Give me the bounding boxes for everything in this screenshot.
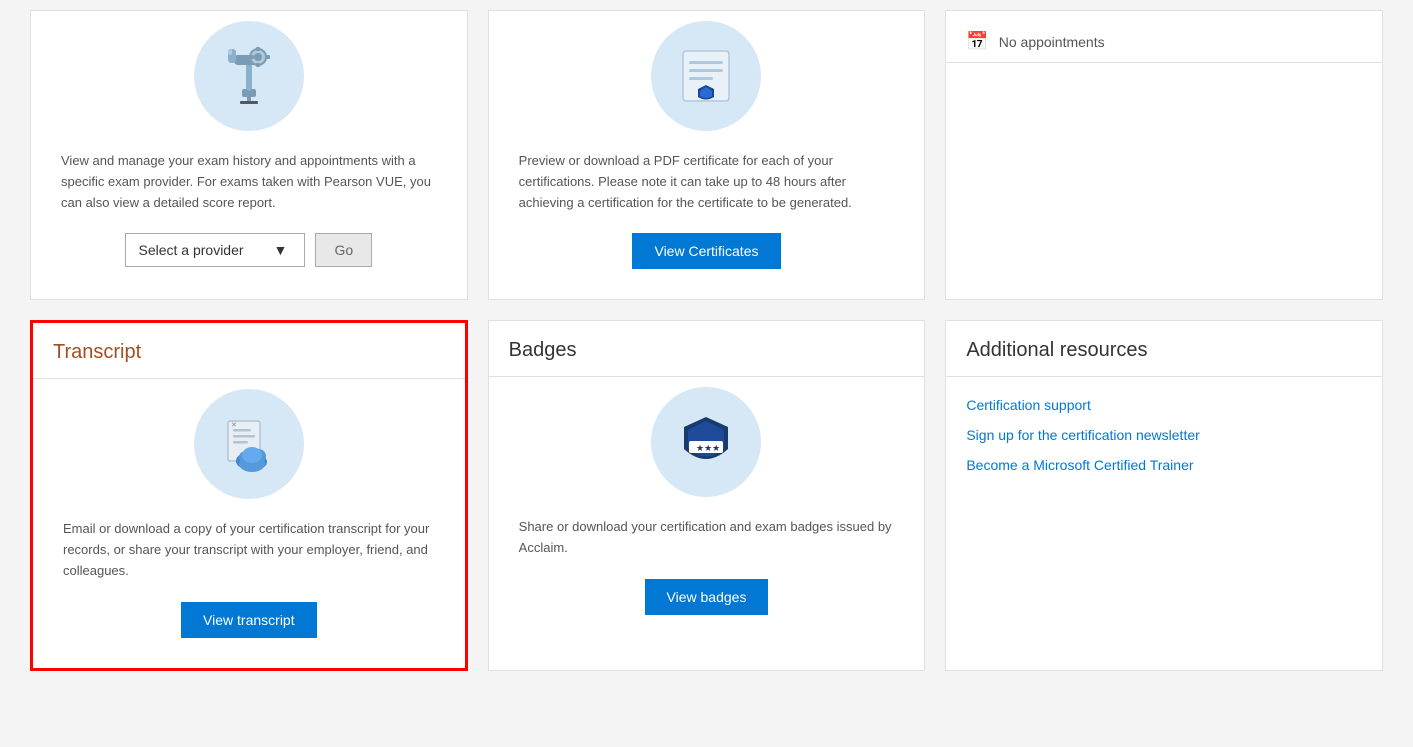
- go-button[interactable]: Go: [315, 233, 372, 267]
- badge-icon: ★★★: [671, 407, 741, 477]
- exam-history-body: View and manage your exam history and ap…: [31, 11, 467, 297]
- transcript-icon-circle: ✕: [194, 389, 304, 499]
- certificates-card: Preview or download a PDF certificate fo…: [488, 10, 926, 300]
- badges-body: ★★★ Share or download your certification…: [489, 377, 925, 645]
- transcript-description: Email or download a copy of your certifi…: [53, 519, 445, 581]
- provider-select[interactable]: Select a provider ▼: [125, 233, 305, 267]
- provider-selector-row: Select a provider ▼ Go: [115, 233, 382, 267]
- certified-trainer-link[interactable]: Become a Microsoft Certified Trainer: [966, 457, 1362, 473]
- view-transcript-button[interactable]: View transcript: [181, 602, 317, 638]
- main-grid: View and manage your exam history and ap…: [30, 10, 1383, 671]
- transcript-icon: ✕: [214, 409, 284, 479]
- badges-title: Badges: [489, 321, 925, 377]
- calendar-icon: 📅: [966, 31, 988, 52]
- additional-resources-title: Additional resources: [946, 321, 1382, 377]
- newsletter-link[interactable]: Sign up for the certification newsletter: [966, 427, 1362, 443]
- exam-history-card: View and manage your exam history and ap…: [30, 10, 468, 300]
- certificate-icon: [671, 41, 741, 111]
- transcript-title: Transcript: [33, 323, 465, 379]
- no-appointments-section: 📅 No appointments: [946, 11, 1382, 63]
- resource-links-list: Certification support Sign up for the ce…: [946, 377, 1382, 493]
- svg-text:★★★: ★★★: [696, 443, 720, 453]
- badges-description: Share or download your certification and…: [509, 517, 905, 559]
- transcript-body: ✕ Email or download a copy of your certi…: [33, 379, 465, 667]
- chevron-down-icon: ▼: [274, 242, 288, 258]
- robot-arm-icon-circle: [194, 21, 304, 131]
- certificates-body: Preview or download a PDF certificate fo…: [489, 11, 925, 299]
- certification-support-link[interactable]: Certification support: [966, 397, 1362, 413]
- certificates-description: Preview or download a PDF certificate fo…: [509, 151, 905, 213]
- certificate-icon-circle: [651, 21, 761, 131]
- exam-history-description: View and manage your exam history and ap…: [51, 151, 447, 213]
- robot-arm-icon: [214, 41, 284, 111]
- no-appointments-label: No appointments: [999, 34, 1105, 50]
- additional-resources-card: Additional resources Certification suppo…: [945, 320, 1383, 670]
- page-container: View and manage your exam history and ap…: [0, 0, 1413, 747]
- badge-icon-circle: ★★★: [651, 387, 761, 497]
- badges-card: Badges ★★★ Share or download your certif…: [488, 320, 926, 670]
- svg-text:✕: ✕: [231, 422, 237, 429]
- transcript-card: Transcript ✕: [30, 320, 468, 670]
- view-certificates-button[interactable]: View Certificates: [632, 233, 780, 269]
- view-badges-button[interactable]: View badges: [645, 579, 769, 615]
- appointments-card: 📅 No appointments: [945, 10, 1383, 300]
- provider-select-label: Select a provider: [138, 242, 243, 258]
